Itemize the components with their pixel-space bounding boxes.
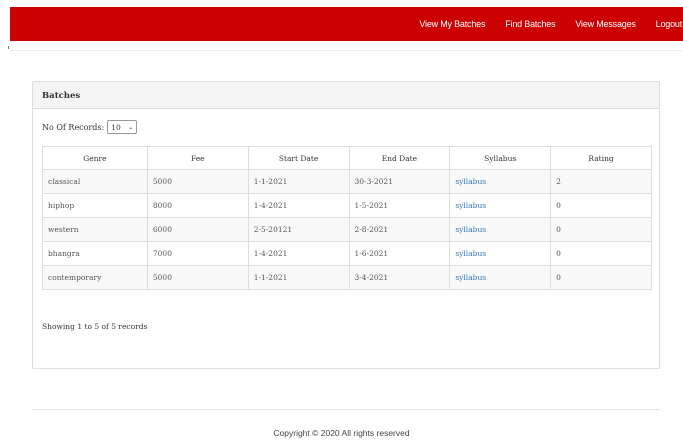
cell-genre: western [42, 217, 148, 242]
cell-end-date: 2-8-2021 [348, 217, 451, 242]
cell-start-date: 1-1-2021 [247, 169, 350, 194]
cell-end-date: 1-5-2021 [348, 193, 451, 218]
cell-start-date: 1-4-2021 [247, 193, 350, 218]
batches-table: Genre Fee Start Date End Date Syllabus R… [42, 146, 652, 290]
batches-panel: Batches No Of Records: 10 ⌄ Genre Fee St… [32, 81, 660, 369]
cell-rating: 2 [550, 169, 652, 194]
column-header-rating[interactable]: Rating [550, 146, 652, 170]
syllabus-link[interactable]: syllabus [455, 177, 486, 186]
cell-end-date: 1-6-2021 [348, 241, 451, 266]
cell-end-date: 30-3-2021 [348, 169, 451, 194]
records-select[interactable]: 10 ⌄ [107, 120, 138, 134]
column-header-genre[interactable]: Genre [42, 146, 148, 170]
cell-rating: 0 [550, 241, 652, 266]
column-header-syllabus[interactable]: Syllabus [449, 146, 552, 170]
nav-view-messages[interactable]: View Messages [575, 19, 635, 29]
cell-genre: contemporary [42, 265, 148, 290]
records-label: No Of Records: [42, 122, 105, 132]
syllabus-link[interactable]: syllabus [455, 225, 486, 234]
records-per-page: No Of Records: 10 ⌄ [42, 120, 138, 134]
cell-genre: hiphop [42, 193, 148, 218]
nav-find-batches[interactable]: Find Batches [505, 19, 555, 29]
cell-fee: 6000 [146, 217, 249, 242]
cell-genre: classical [42, 169, 148, 194]
syllabus-link[interactable]: syllabus [455, 249, 486, 258]
cell-fee: 5000 [146, 169, 249, 194]
top-navbar: View My Batches Find Batches View Messag… [10, 7, 683, 41]
syllabus-link[interactable]: syllabus [455, 201, 486, 210]
table-row: hiphop 8000 1-4-2021 1-5-2021 syllabus 0 [42, 193, 652, 218]
cell-syllabus: syllabus [449, 241, 552, 266]
nav-divider [10, 50, 683, 51]
table-header-row: Genre Fee Start Date End Date Syllabus R… [42, 146, 652, 170]
cell-genre: bhangra [42, 241, 148, 266]
column-header-end-date[interactable]: End Date [348, 146, 451, 170]
cell-syllabus: syllabus [449, 217, 552, 242]
cell-rating: 0 [550, 193, 652, 218]
copyright-text: Copyright © 2020 All rights reserved [273, 428, 410, 438]
cell-start-date: 1-1-2021 [247, 265, 350, 290]
footer-divider [32, 409, 660, 410]
table-row: western 6000 2-5-20121 2-8-2021 syllabus… [42, 217, 652, 242]
cell-syllabus: syllabus [449, 265, 552, 290]
table-row: contemporary 5000 1-1-2021 3-4-2021 syll… [42, 265, 652, 290]
table-row: classical 5000 1-1-2021 30-3-2021 syllab… [42, 169, 652, 194]
cell-start-date: 1-4-2021 [247, 241, 350, 266]
column-header-start-date[interactable]: Start Date [247, 146, 350, 170]
cell-syllabus: syllabus [449, 193, 552, 218]
panel-title: Batches [33, 82, 659, 109]
table-row: bhangra 7000 1-4-2021 1-6-2021 syllabus … [42, 241, 652, 266]
cell-fee: 5000 [146, 265, 249, 290]
syllabus-link[interactable]: syllabus [455, 273, 486, 282]
cell-rating: 0 [550, 265, 652, 290]
stray-mark [8, 46, 9, 49]
cell-fee: 7000 [146, 241, 249, 266]
nav-logout[interactable]: Logout [656, 19, 683, 29]
cell-start-date: 2-5-20121 [247, 217, 350, 242]
chevron-down-icon: ⌄ [128, 123, 134, 131]
cell-end-date: 3-4-2021 [348, 265, 451, 290]
cell-fee: 8000 [146, 193, 249, 218]
cell-syllabus: syllabus [449, 169, 552, 194]
records-summary: Showing 1 to 5 of 5 records [42, 322, 148, 331]
nav-view-my-batches[interactable]: View My Batches [419, 19, 485, 29]
column-header-fee[interactable]: Fee [146, 146, 249, 170]
cell-rating: 0 [550, 217, 652, 242]
records-select-value: 10 [111, 122, 121, 132]
